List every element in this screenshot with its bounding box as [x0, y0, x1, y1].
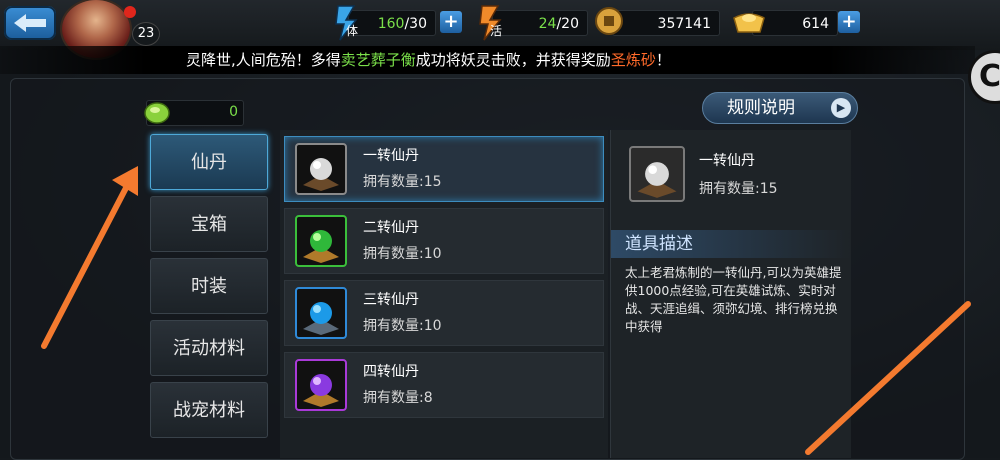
detail-item-name: 一转仙丹: [699, 153, 755, 169]
marquee-player-name: 卖艺葬子衡: [340, 51, 416, 69]
back-button[interactable]: [4, 6, 56, 40]
stamina-label: 体: [346, 24, 359, 38]
description-header: 道具描述: [611, 230, 851, 258]
energy-label: 活: [490, 24, 503, 38]
energy-max: /20: [556, 16, 579, 32]
pill-icon: [295, 287, 347, 339]
item-name: 二转仙丹: [363, 220, 419, 236]
marquee-text-2: 成功将妖灵击败，并获得奖励: [415, 51, 611, 69]
currency-value: 0: [229, 104, 238, 120]
ingots-value: 614: [802, 16, 829, 32]
list-item[interactable]: 一转仙丹 拥有数量:15: [284, 136, 604, 202]
ingot-icon: [733, 13, 765, 33]
item-quantity: 拥有数量:15: [363, 174, 442, 190]
detail-item-quantity: 拥有数量:15: [699, 181, 778, 197]
marquee-text-3: ！: [655, 51, 671, 69]
item-quantity: 拥有数量:10: [363, 318, 442, 334]
category-label: 宝箱: [191, 214, 227, 235]
item-name: 一转仙丹: [363, 148, 419, 164]
item-list: 一转仙丹 拥有数量:15 二转仙丹 拥有数量:10 三转仙丹 拥有数量:10 四…: [280, 130, 608, 458]
notification-dot: [124, 6, 136, 18]
list-item[interactable]: 三转仙丹 拥有数量:10: [284, 280, 604, 346]
list-item[interactable]: 四转仙丹 拥有数量:8: [284, 352, 604, 418]
corner-c-icon: C: [979, 59, 1000, 94]
category-tab-pet-materials[interactable]: 战宠材料: [150, 382, 268, 438]
pill-icon: [295, 143, 347, 195]
energy-value: 24: [538, 16, 557, 32]
category-tab-chest[interactable]: 宝箱: [150, 196, 268, 252]
category-tab-event-materials[interactable]: 活动材料: [150, 320, 268, 376]
play-arrow-icon: ▶: [831, 98, 851, 118]
jade-currency-icon: [144, 102, 170, 124]
category-label: 时装: [191, 276, 227, 297]
category-label: 活动材料: [173, 338, 245, 359]
category-label: 战宠材料: [173, 400, 245, 421]
item-description: 太上老君炼制的一转仙丹,可以为英雄提供1000点经验,可在英雄试炼、实时对战、天…: [625, 265, 842, 334]
item-quantity: 拥有数量:10: [363, 246, 442, 262]
player-level: 23: [132, 22, 160, 46]
pill-icon: [629, 146, 685, 202]
add-stamina-button[interactable]: +: [440, 11, 462, 33]
add-ingots-button[interactable]: +: [838, 11, 860, 33]
item-name: 三转仙丹: [363, 292, 419, 308]
item-name: 四转仙丹: [363, 364, 419, 380]
stamina-max: /30: [404, 16, 427, 32]
item-detail-panel: 一转仙丹 拥有数量:15 道具描述 太上老君炼制的一转仙丹,可以为英雄提供100…: [610, 130, 851, 458]
marquee-text-1: 灵降世,人间危殆！多得: [186, 51, 341, 69]
item-quantity: 拥有数量:8: [363, 390, 433, 406]
stamina-value: 160: [377, 16, 405, 32]
category-tab-fashion[interactable]: 时装: [150, 258, 268, 314]
rules-button[interactable]: 规则说明 ▶: [702, 92, 858, 124]
category-label: 仙丹: [191, 152, 227, 173]
coins-value: 357141: [657, 16, 711, 32]
back-arrow-icon: [14, 14, 46, 32]
rules-button-label: 规则说明: [727, 98, 795, 118]
coins-counter: 357141: [612, 10, 720, 36]
list-item[interactable]: 二转仙丹 拥有数量:10: [284, 208, 604, 274]
coin-icon: [595, 7, 623, 35]
pill-icon: [295, 215, 347, 267]
pill-icon: [295, 359, 347, 411]
category-tab-elixir[interactable]: 仙丹: [150, 134, 268, 190]
announcement-marquee: 灵降世,人间危殆！多得卖艺葬子衡成功将妖灵击败，并获得奖励圣炼砂！: [0, 46, 975, 74]
marquee-reward: 圣炼砂: [610, 51, 656, 69]
